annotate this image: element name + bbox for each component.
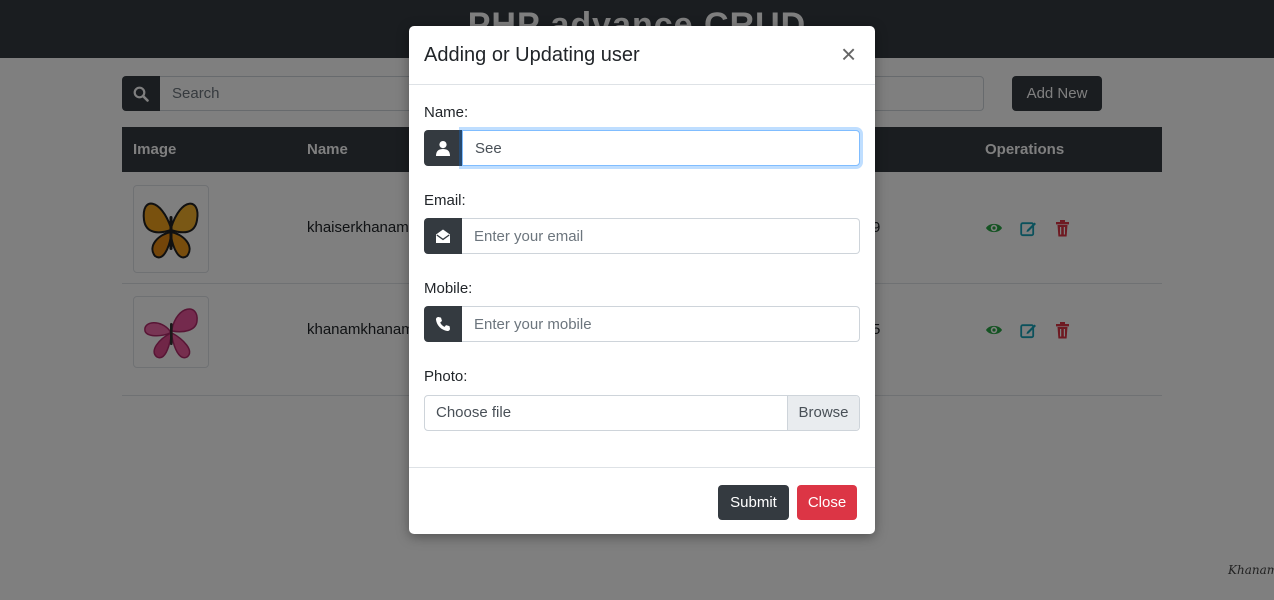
modal-title: Adding or Updating user	[424, 44, 640, 66]
email-label: Email:	[424, 192, 466, 209]
user-icon	[424, 130, 462, 166]
modal-header: Adding or Updating user ×	[409, 26, 875, 85]
envelope-open-icon	[424, 218, 462, 254]
name-input-group	[424, 130, 860, 166]
modal-footer: Submit Close	[409, 467, 875, 535]
name-label: Name:	[424, 104, 469, 121]
mobile-input-group	[424, 306, 860, 342]
close-icon[interactable]: ×	[841, 41, 856, 67]
phone-icon	[424, 306, 462, 342]
mobile-input[interactable]	[462, 306, 860, 342]
email-input[interactable]	[462, 218, 860, 254]
email-input-group	[424, 218, 860, 254]
close-button[interactable]: Close	[797, 485, 857, 520]
mobile-label: Mobile:	[424, 280, 473, 297]
submit-button[interactable]: Submit	[718, 485, 789, 520]
browse-button[interactable]: Browse	[787, 396, 859, 430]
user-modal: Adding or Updating user × Name: Email: M…	[409, 26, 875, 534]
name-input[interactable]	[462, 130, 860, 166]
choose-file-text[interactable]: Choose file	[425, 396, 787, 430]
photo-label: Photo:	[424, 368, 468, 385]
photo-file-input[interactable]: Choose file Browse	[424, 395, 860, 431]
